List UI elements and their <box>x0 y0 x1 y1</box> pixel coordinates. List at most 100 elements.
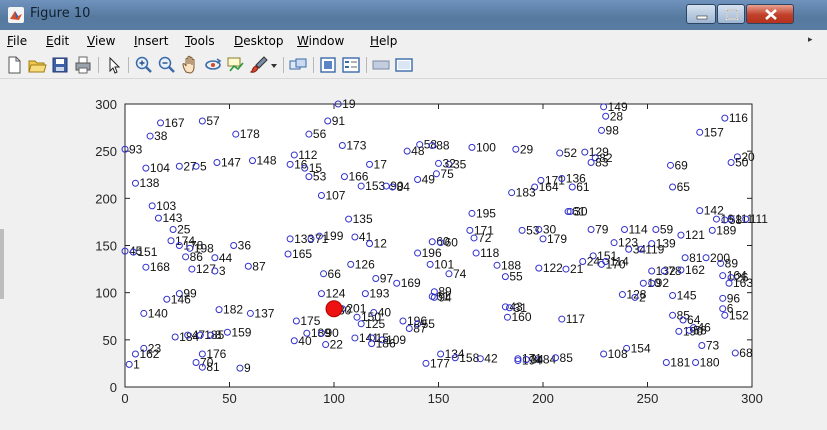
node-label: 8 <box>215 328 222 342</box>
node-label: 40 <box>298 334 312 348</box>
save-icon[interactable] <box>50 55 70 75</box>
menu-help[interactable]: Help <box>370 34 397 48</box>
node-label: 42 <box>484 352 498 366</box>
node-label: 24 <box>587 255 601 269</box>
node-label: 44 <box>219 251 233 265</box>
data-cursor-icon[interactable] <box>226 55 246 75</box>
node-label: 97 <box>380 272 394 286</box>
node-label: 57 <box>206 114 220 128</box>
node-label: 78 <box>668 264 682 278</box>
node-label: 17 <box>374 157 388 171</box>
node-label: 34 <box>530 353 544 367</box>
menu-edit[interactable]: Edit <box>46 34 69 48</box>
node-label: 21 <box>570 262 584 276</box>
node-label: 154 <box>631 341 651 355</box>
scatter-plot[interactable]: 0 50 100 150 200 250 300050100150200250300 19 14… <box>0 79 827 430</box>
node-label: 195 <box>476 206 496 220</box>
close-icon <box>765 9 777 20</box>
node-label: 165 <box>292 247 312 261</box>
node-label: 56 <box>313 127 327 141</box>
menu-tools[interactable]: Tools <box>185 34 215 48</box>
node-label: 183 <box>516 186 536 200</box>
node-label: 122 <box>543 261 563 275</box>
node-label: 100 <box>476 140 496 154</box>
menu-file[interactable]: File <box>7 34 27 48</box>
node-label: 49 <box>422 172 436 186</box>
node-label: 138 <box>139 176 159 190</box>
node-label: 83 <box>595 155 609 169</box>
node-label: 178 <box>240 127 260 141</box>
node-label: 79 <box>595 222 609 236</box>
link-plot-icon[interactable] <box>288 55 308 75</box>
highlight-marker <box>325 300 343 318</box>
zoom-out-icon[interactable] <box>157 55 177 75</box>
node-label: 158 <box>459 351 479 365</box>
node-label: 169 <box>401 276 421 290</box>
chevron-right-icon[interactable]: ▸ <box>808 35 813 45</box>
pan-icon[interactable] <box>180 55 200 75</box>
y-tick-label: 150 <box>95 239 117 254</box>
hide-plot-tools-icon[interactable] <box>371 55 391 75</box>
menu-view[interactable]: View <box>87 34 115 48</box>
figure-canvas[interactable]: 0 50 100 150 200 250 300 0 50 100 150 200 250 300 19 14… <box>0 79 827 430</box>
brush-icon[interactable] <box>249 55 269 75</box>
new-figure-icon[interactable] <box>4 55 24 75</box>
zoom-in-icon[interactable] <box>134 55 154 75</box>
node-label: 116 <box>729 111 748 125</box>
node-label: 168 <box>150 260 170 274</box>
title-bar[interactable]: Figure 10 <box>0 0 827 31</box>
node-label: 114 <box>629 222 648 236</box>
node-label: 61 <box>576 180 590 194</box>
pointer-icon[interactable] <box>104 55 124 75</box>
node-label: 148 <box>256 154 276 168</box>
node-label: 98 <box>606 123 620 137</box>
menu-desktop[interactable]: Desktop <box>234 34 284 48</box>
node-label: 104 <box>150 161 170 175</box>
node-label: 133 <box>294 232 314 246</box>
node-label: 88 <box>436 139 450 153</box>
node-label: 101 <box>434 257 454 271</box>
node-label: 93 <box>129 142 143 156</box>
node-label: 137 <box>254 306 274 320</box>
node-label: 3 <box>219 264 226 278</box>
maximize-button[interactable] <box>717 4 745 24</box>
x-tick-label: 50 <box>222 391 236 406</box>
matlab-logo-icon <box>8 7 24 23</box>
node-label: 157 <box>704 125 724 139</box>
node-label: 87 <box>413 322 427 336</box>
x-tick-label: 300 <box>741 391 763 406</box>
legend-icon[interactable] <box>341 55 361 75</box>
node-label: 186 <box>376 337 396 351</box>
node-label: 145 <box>677 288 697 302</box>
y-tick-label: 50 <box>103 333 117 348</box>
open-file-icon[interactable] <box>27 55 47 75</box>
node-label: 107 <box>325 189 345 203</box>
node-label: 41 <box>359 230 373 244</box>
print-icon[interactable] <box>73 55 93 75</box>
show-plot-tools-icon[interactable] <box>394 55 414 75</box>
node-label: 1 <box>133 357 140 371</box>
rotate-icon[interactable] <box>203 55 223 75</box>
node-label: 111 <box>750 212 769 226</box>
toolbar-separator <box>98 57 99 73</box>
colorbar-icon[interactable] <box>318 55 338 75</box>
node-label: 125 <box>365 317 385 331</box>
node-label: 117 <box>566 312 585 326</box>
menu-insert[interactable]: Insert <box>134 34 168 48</box>
node-label: 92 <box>656 276 670 290</box>
node-label: 85 <box>560 351 574 365</box>
node-label: 135 <box>353 212 373 226</box>
node-label: 29 <box>520 142 534 156</box>
node-label: 9 <box>244 361 251 375</box>
node-label: 5 <box>200 159 207 173</box>
node-label: 28 <box>610 109 624 123</box>
close-button[interactable] <box>746 4 794 24</box>
node-label: 118 <box>480 246 499 260</box>
dropdown-arrow-icon[interactable] <box>268 55 280 75</box>
minimize-button[interactable] <box>686 4 716 24</box>
node-label: 65 <box>677 180 691 194</box>
node-label: 160 <box>511 310 531 324</box>
menu-window[interactable]: Window <box>297 34 344 48</box>
node-label: 108 <box>608 347 628 361</box>
node-label: 2 <box>639 290 646 304</box>
